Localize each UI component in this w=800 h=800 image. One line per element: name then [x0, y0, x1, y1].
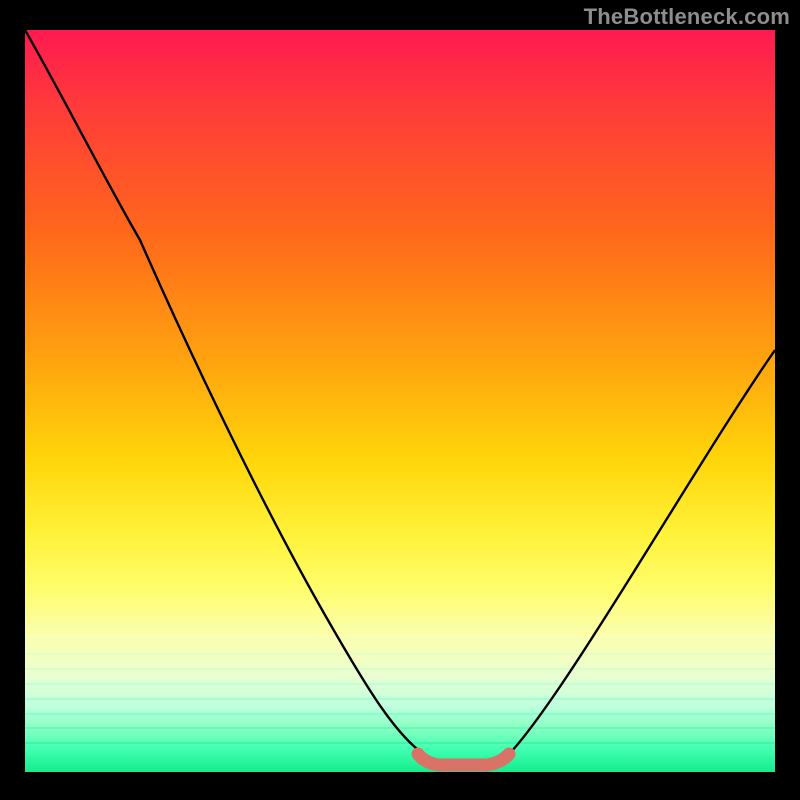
- watermark-text: TheBottleneck.com: [584, 4, 790, 30]
- chart-svg: [25, 30, 775, 772]
- chart-frame: TheBottleneck.com: [0, 0, 800, 800]
- flat-bottom-marker: [418, 754, 509, 765]
- bottleneck-curve: [25, 30, 775, 765]
